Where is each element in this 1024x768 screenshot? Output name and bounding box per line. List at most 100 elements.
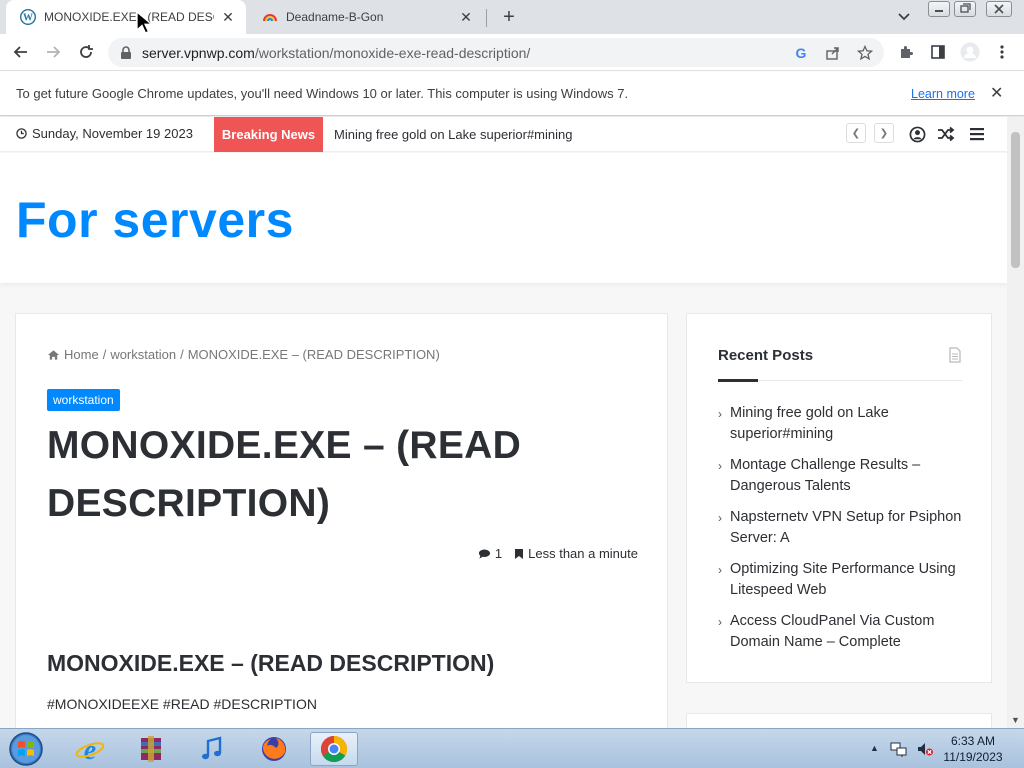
extensions-icon[interactable]	[896, 42, 916, 62]
window-close-button[interactable]	[986, 1, 1012, 17]
window-restore-button[interactable]	[954, 1, 976, 17]
tab-close-icon[interactable]: ✕	[220, 9, 236, 25]
hamburger-icon	[970, 128, 984, 141]
chevron-left-icon: ❮	[851, 127, 861, 139]
breadcrumb: Home / workstation / MONOXIDE.EXE – (REA…	[47, 347, 440, 362]
chevron-right-icon: ›	[718, 511, 722, 525]
tab-deadname[interactable]: Deadname-B-Gon ✕	[248, 0, 484, 34]
chevron-right-icon: ›	[718, 615, 722, 629]
new-tab-button[interactable]: +	[496, 5, 522, 29]
back-arrow-icon	[13, 46, 27, 58]
bookmark-star-icon[interactable]	[856, 44, 874, 62]
taskbar-itunes[interactable]	[188, 732, 236, 766]
taskbar-winrar[interactable]	[127, 732, 175, 766]
recent-post-link[interactable]: Access CloudPanel Via Custom Domain Name…	[730, 611, 968, 653]
taskbar-clock[interactable]: 6:33 AM 11/19/2023	[940, 733, 1006, 765]
recent-post-link[interactable]: Mining free gold on Lake superior#mining	[730, 403, 968, 445]
internet-explorer-icon: e	[75, 735, 105, 764]
profile-avatar[interactable]	[960, 42, 980, 62]
article-card: Home / workstation / MONOXIDE.EXE – (REA…	[15, 313, 668, 728]
google-g-icon: G	[796, 45, 807, 61]
side-panel-icon[interactable]	[928, 42, 948, 62]
user-circle-icon	[909, 126, 925, 142]
random-article-icon[interactable]	[937, 125, 955, 143]
tab-monoxide[interactable]: W MONOXIDE.EXE - (READ DESCRIPTION) ✕	[6, 0, 246, 34]
lock-icon[interactable]	[120, 46, 132, 60]
windows-start-button[interactable]	[6, 731, 46, 767]
firefox-icon	[262, 737, 286, 761]
recent-post-item[interactable]: › Optimizing Site Performance Using Lites…	[718, 559, 968, 601]
back-button[interactable]	[8, 39, 34, 65]
address-bar[interactable]: server.vpnwp.com/workstation/monoxide-ex…	[108, 38, 884, 67]
breadcrumb-category-link[interactable]: workstation	[110, 347, 176, 362]
home-icon	[47, 349, 60, 360]
close-icon	[994, 4, 1004, 14]
widget-title: Recent Posts	[718, 347, 814, 364]
user-login-icon[interactable]	[908, 125, 926, 143]
recent-posts-list: › Mining free gold on Lake superior#minin…	[718, 403, 968, 663]
mouse-cursor-icon	[136, 10, 154, 34]
top-nav: Sunday, November 19 2023 Breaking News M…	[0, 117, 1007, 152]
breadcrumb-home-link[interactable]: Home	[64, 347, 99, 362]
site-title-link[interactable]: For servers	[16, 191, 294, 249]
ticker-next-button[interactable]: ❯	[874, 123, 894, 143]
recent-post-item[interactable]: › Montage Challenge Results – Dangerous T…	[718, 455, 968, 497]
tab-search-chevron-icon[interactable]	[894, 8, 914, 26]
music-note-icon	[202, 736, 222, 760]
recent-post-item[interactable]: › Access CloudPanel Via Custom Domain Nam…	[718, 611, 968, 653]
clock-time: 6:33 AM	[950, 734, 996, 748]
star-icon	[857, 45, 873, 61]
bookmark-icon	[515, 548, 524, 559]
infobar-close-icon[interactable]: ✕	[990, 83, 1003, 103]
taskbar-internet-explorer[interactable]: e	[66, 732, 114, 766]
scrollbar-thumb[interactable]	[1011, 132, 1020, 268]
chevron-right-icon: ›	[718, 459, 722, 473]
forward-button[interactable]	[40, 39, 66, 65]
chevron-right-icon: ›	[718, 407, 722, 421]
volume-muted-icon[interactable]	[916, 741, 934, 757]
share-icon[interactable]	[824, 44, 842, 62]
date-display: Sunday, November 19 2023	[16, 126, 193, 141]
document-icon	[949, 347, 961, 363]
category-badge[interactable]: workstation	[47, 389, 120, 411]
secondary-widget	[686, 713, 992, 728]
page-scrollbar[interactable]: ▼	[1007, 117, 1024, 728]
widget-divider-accent	[718, 379, 758, 382]
window-minimize-button[interactable]	[928, 1, 950, 17]
url-host: server.vpnwp.com	[142, 45, 255, 61]
chevron-right-icon: ›	[718, 563, 722, 577]
breadcrumb-separator: /	[180, 347, 184, 362]
windows-taskbar: e ▲ 6:33 AM 11/19/2023	[0, 728, 1024, 768]
tab-separator	[486, 9, 487, 27]
recent-post-link[interactable]: Napsternetv VPN Setup for Psiphon Server…	[730, 507, 968, 549]
reload-button[interactable]	[73, 39, 99, 65]
breaking-news-label: Breaking News	[214, 117, 323, 152]
recent-post-item[interactable]: › Napsternetv VPN Setup for Psiphon Serve…	[718, 507, 968, 549]
url-text[interactable]: server.vpnwp.com/workstation/monoxide-ex…	[142, 45, 530, 61]
puzzle-icon	[901, 46, 913, 58]
forward-arrow-icon	[47, 46, 61, 58]
winrar-icon	[141, 736, 161, 762]
google-lens-icon[interactable]: G	[792, 44, 810, 62]
network-icon[interactable]	[890, 741, 908, 757]
recent-post-item[interactable]: › Mining free gold on Lake superior#minin…	[718, 403, 968, 445]
tab-close-icon[interactable]: ✕	[458, 9, 474, 25]
menu-kebab-icon[interactable]	[992, 42, 1012, 62]
sidebar-menu-icon[interactable]	[968, 125, 986, 143]
taskbar-chrome[interactable]	[310, 732, 358, 766]
comments-count[interactable]: 1	[495, 546, 502, 561]
date-text: Sunday, November 19 2023	[32, 126, 193, 141]
ticker-prev-button[interactable]: ❮	[846, 123, 866, 143]
recent-post-link[interactable]: Optimizing Site Performance Using Litesp…	[730, 559, 968, 601]
learn-more-link[interactable]: Learn more	[911, 87, 975, 101]
scroll-down-arrow-icon[interactable]: ▼	[1011, 715, 1020, 725]
site-header: For servers	[0, 153, 1007, 283]
clock-date: 11/19/2023	[943, 750, 1003, 764]
post-tags: #MONOXIDEEXE #READ #DESCRIPTION	[47, 696, 317, 712]
tab-title: MONOXIDE.EXE - (READ DESCRIPTION)	[44, 10, 214, 24]
taskbar-firefox[interactable]	[250, 732, 298, 766]
reload-icon	[80, 45, 93, 58]
recent-post-link[interactable]: Montage Challenge Results – Dangerous Ta…	[730, 455, 968, 497]
tray-expand-icon[interactable]: ▲	[870, 743, 879, 753]
news-ticker-link[interactable]: Mining free gold on Lake superior#mining	[334, 127, 572, 142]
